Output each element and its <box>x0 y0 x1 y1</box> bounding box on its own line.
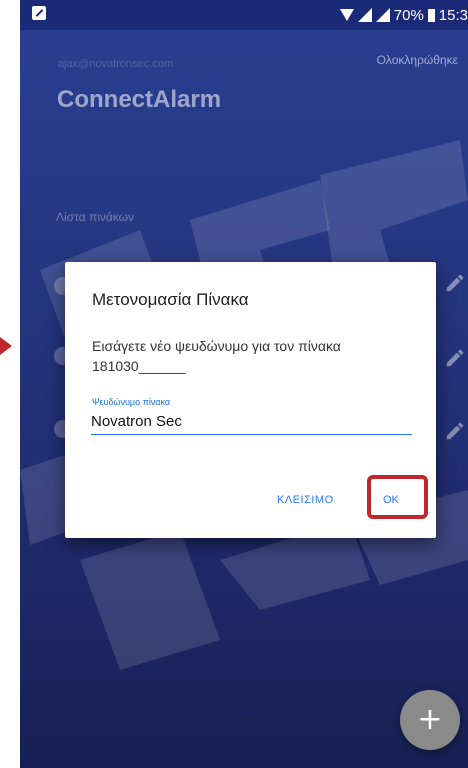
nickname-field-label: Ψευδώνυμο πίνακα <box>92 397 171 407</box>
close-button[interactable]: ΚΛΕΙΣΙΜΟ <box>277 494 334 506</box>
nickname-input[interactable] <box>91 408 412 435</box>
dialog-message: Εισάγετε νέο ψευδώνυμο για τον πίνακα 18… <box>92 338 341 374</box>
phone-screen: 70% 15:3 ajax@novatronsec.com Ολοκληρώθη… <box>20 0 468 768</box>
dialog-title: Μετονομασία Πίνακα <box>92 290 249 309</box>
rename-dialog: Μετονομασία Πίνακα Εισάγετε νέο ψευδώνυμ… <box>65 262 436 538</box>
ok-button[interactable]: OK <box>383 494 399 506</box>
pointer-arrow <box>0 337 12 355</box>
add-panel-button[interactable]: + <box>400 690 460 750</box>
